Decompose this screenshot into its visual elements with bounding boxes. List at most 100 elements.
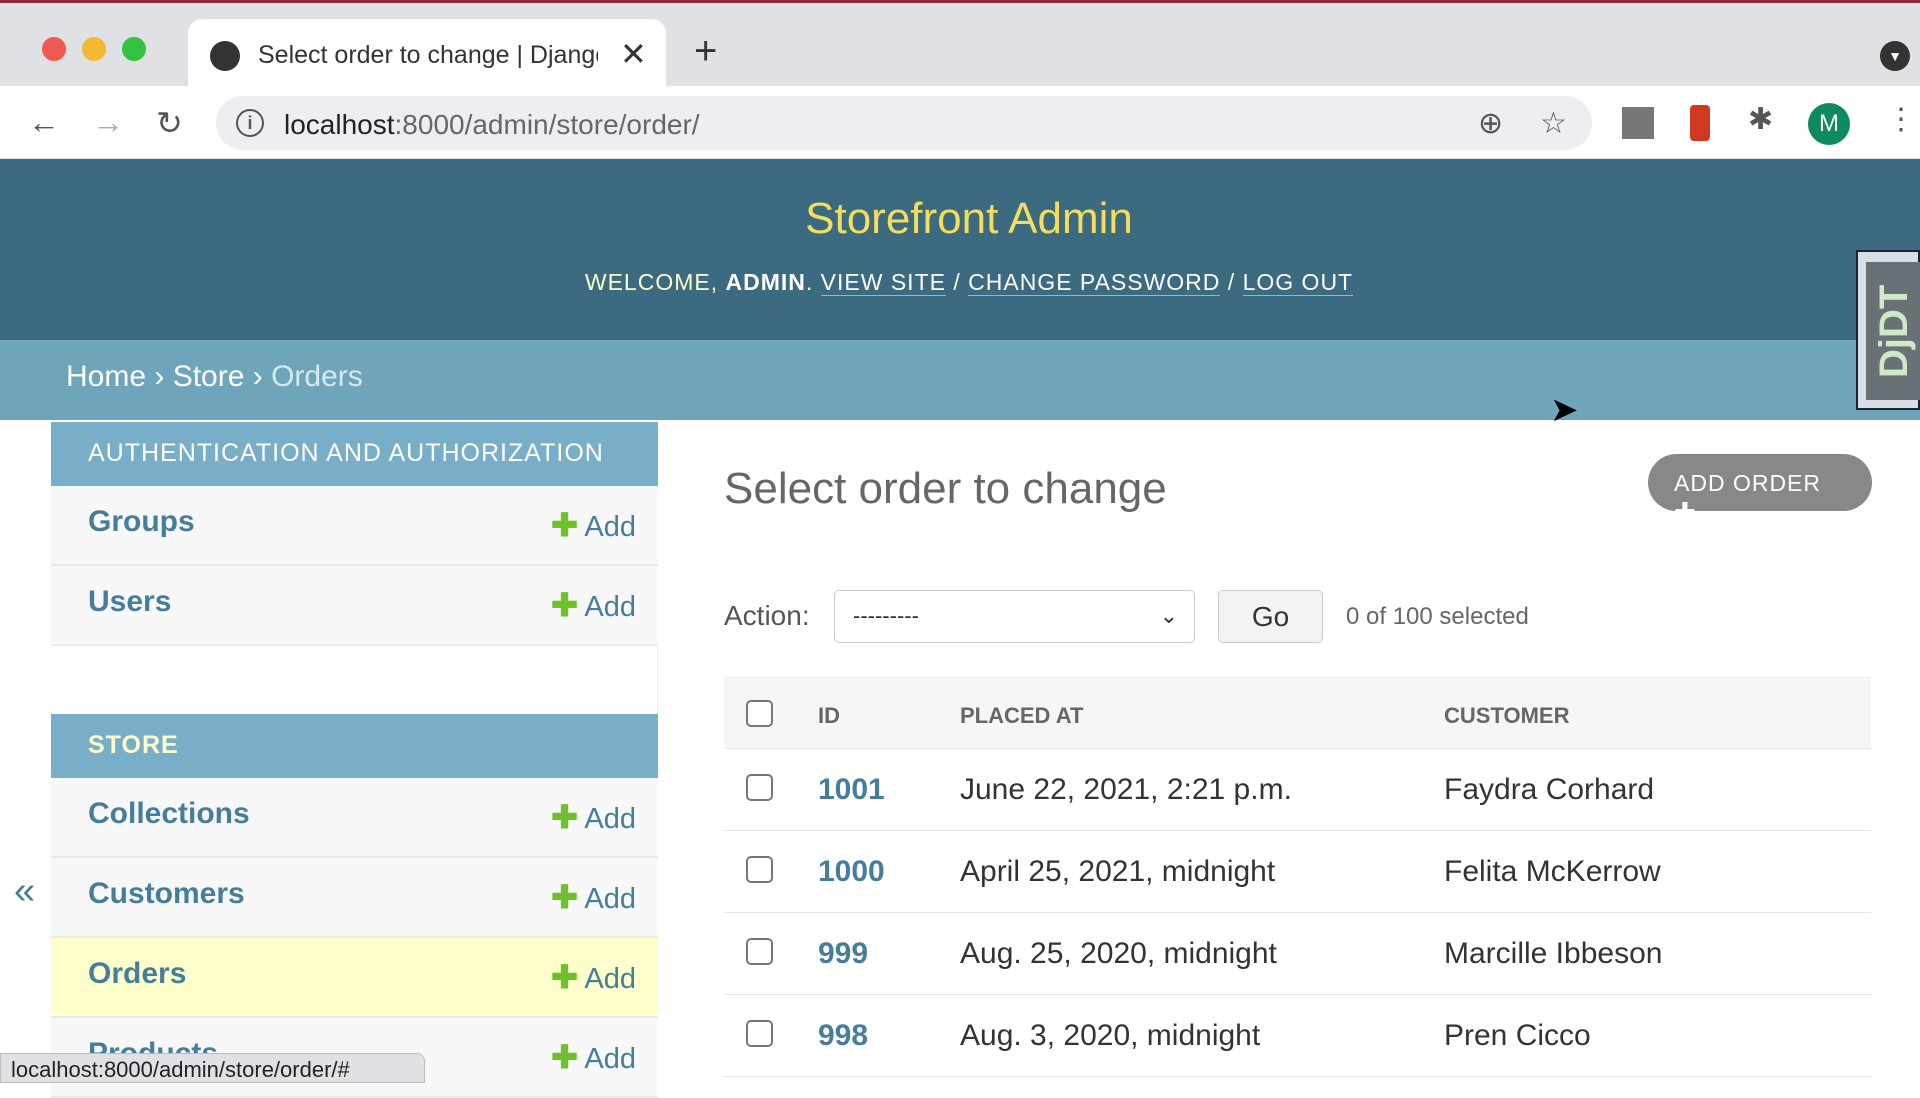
page-title: Select order to change bbox=[724, 464, 1167, 513]
sidebar-link-collections[interactable]: Collections bbox=[88, 797, 250, 831]
globe-icon bbox=[210, 41, 240, 71]
new-tab-button[interactable]: + bbox=[694, 29, 717, 74]
welcome-text: WELCOME, bbox=[584, 269, 719, 295]
extension-icon[interactable] bbox=[1622, 107, 1654, 139]
sidebar-caption-store[interactable]: STORE bbox=[51, 714, 658, 778]
customer-cell: Felita McKerrow bbox=[1444, 855, 1661, 888]
tab-search-icon[interactable]: ▼ bbox=[1880, 41, 1910, 71]
extensions-puzzle-icon[interactable]: ✱ bbox=[1748, 102, 1773, 137]
plus-icon: ✚ bbox=[551, 959, 578, 995]
sidebar-link-users[interactable]: Users bbox=[88, 585, 171, 619]
customer-cell: Pren Cicco bbox=[1444, 1019, 1591, 1052]
plus-circle-icon: ✚ bbox=[1674, 497, 1697, 527]
order-id-link[interactable]: 1001 bbox=[818, 773, 885, 807]
username: ADMIN bbox=[725, 269, 806, 295]
row-checkbox[interactable] bbox=[746, 774, 773, 801]
add-customer-link[interactable]: ✚ Add bbox=[551, 878, 636, 916]
site-title[interactable]: Storefront Admin bbox=[0, 194, 1920, 244]
add-label: Add bbox=[584, 883, 636, 915]
zoom-icon[interactable]: ⊕ bbox=[1478, 106, 1503, 141]
lighthouse-extension-icon[interactable] bbox=[1690, 105, 1710, 141]
row-checkbox[interactable] bbox=[746, 856, 773, 883]
row-checkbox[interactable] bbox=[746, 938, 773, 965]
add-label: Add bbox=[584, 803, 636, 835]
order-id-link[interactable]: 999 bbox=[818, 937, 868, 971]
add-collection-link[interactable]: ✚ Add bbox=[551, 798, 636, 836]
collapse-sidebar-button[interactable]: « bbox=[14, 870, 35, 913]
row-checkbox[interactable] bbox=[746, 1020, 773, 1047]
sidebar-link-orders[interactable]: Orders bbox=[88, 957, 186, 991]
placed-at-cell: June 22, 2021, 2:21 p.m. bbox=[960, 773, 1292, 806]
minimize-window-button[interactable] bbox=[82, 37, 106, 61]
breadcrumb: Home › Store › Orders bbox=[0, 340, 1920, 420]
close-tab-icon[interactable]: ✕ bbox=[620, 35, 647, 73]
action-label: Action: bbox=[724, 600, 810, 631]
sidebar-link-groups[interactable]: Groups bbox=[88, 505, 195, 539]
column-header-customer[interactable]: CUSTOMER bbox=[1444, 703, 1570, 729]
url-host: localhost bbox=[284, 109, 395, 140]
close-window-button[interactable] bbox=[42, 37, 66, 61]
log-out-link[interactable]: LOG OUT bbox=[1242, 269, 1354, 296]
add-order-button[interactable]: ADD ORDER ✚ bbox=[1648, 454, 1872, 527]
url-text[interactable]: localhost:8000/admin/store/order/ bbox=[284, 109, 700, 141]
bookmark-star-icon[interactable]: ☆ bbox=[1540, 106, 1567, 141]
url-path: :8000/admin/store/order/ bbox=[394, 109, 700, 140]
column-header-id[interactable]: ID bbox=[818, 703, 840, 729]
placed-at-cell: Aug. 25, 2020, midnight bbox=[960, 937, 1277, 970]
sidebar-link-customers[interactable]: Customers bbox=[88, 877, 245, 911]
action-select[interactable]: --------- ⌄ bbox=[834, 590, 1195, 643]
add-order-label: ADD ORDER bbox=[1674, 470, 1822, 496]
table-row: 1000 April 25, 2021, midnight Felita McK… bbox=[724, 831, 1871, 913]
order-id-link[interactable]: 998 bbox=[818, 1019, 868, 1053]
order-id-link[interactable]: 1000 bbox=[818, 855, 885, 889]
add-label: Add bbox=[584, 1043, 636, 1075]
plus-icon: ✚ bbox=[551, 587, 578, 623]
add-order-link[interactable]: ✚ Add bbox=[551, 958, 636, 996]
link-status-bar: localhost:8000/admin/store/order/# bbox=[0, 1053, 425, 1083]
placed-at-cell: April 25, 2021, midnight bbox=[960, 855, 1276, 888]
sidebar-item-customers: Customers ✚ Add bbox=[51, 858, 658, 938]
breadcrumb-current: Orders bbox=[271, 360, 363, 393]
reload-icon[interactable]: ↻ bbox=[156, 104, 183, 142]
add-product-link[interactable]: ✚ Add bbox=[551, 1038, 636, 1076]
back-icon[interactable]: ← bbox=[28, 104, 60, 141]
table-row: 998 Aug. 3, 2020, midnight Pren Cicco bbox=[724, 995, 1871, 1077]
select-all-checkbox[interactable] bbox=[746, 700, 773, 727]
add-label: Add bbox=[584, 591, 636, 623]
plus-icon: ✚ bbox=[551, 1039, 578, 1075]
profile-avatar[interactable]: M bbox=[1808, 103, 1850, 145]
view-site-link[interactable]: VIEW SITE bbox=[820, 269, 946, 296]
info-icon[interactable]: i bbox=[236, 109, 264, 137]
browser-toolbar: ← → ↻ i localhost:8000/admin/store/order… bbox=[0, 86, 1920, 159]
browser-tab[interactable]: Select order to change | Django ✕ bbox=[188, 19, 666, 91]
address-bar[interactable]: i localhost:8000/admin/store/order/ ⊕ ☆ bbox=[216, 96, 1592, 150]
selection-counter: 0 of 100 selected bbox=[1346, 603, 1529, 630]
forward-icon[interactable]: → bbox=[92, 104, 124, 141]
add-label: Add bbox=[584, 963, 636, 995]
table-row: 999 Aug. 25, 2020, midnight Marcille Ibb… bbox=[724, 913, 1871, 995]
plus-icon: ✚ bbox=[551, 799, 578, 835]
sidebar-spacer bbox=[51, 646, 658, 714]
customer-cell: Faydra Corhard bbox=[1444, 773, 1655, 806]
browser-menu-icon[interactable]: ⋮ bbox=[1886, 102, 1916, 137]
mouse-cursor-icon: ➤ bbox=[1550, 391, 1579, 429]
column-header-placed-at[interactable]: PLACED AT bbox=[960, 703, 1083, 729]
breadcrumb-home[interactable]: Home bbox=[66, 360, 146, 393]
djdt-label: DjDT bbox=[1866, 262, 1920, 400]
plus-icon: ✚ bbox=[551, 879, 578, 915]
go-button[interactable]: Go bbox=[1218, 590, 1323, 643]
add-label: Add bbox=[584, 511, 636, 543]
breadcrumb-store[interactable]: Store bbox=[173, 360, 245, 393]
maximize-window-button[interactable] bbox=[122, 37, 146, 61]
browser-tab-bar: Select order to change | Django ✕ + ▼ bbox=[0, 0, 1920, 91]
add-group-link[interactable]: ✚ Add bbox=[551, 506, 636, 544]
django-debug-toolbar-handle[interactable]: DjDT bbox=[1856, 250, 1920, 410]
sidebar-item-orders: Orders ✚ Add bbox=[51, 938, 658, 1018]
sidebar-caption-auth[interactable]: AUTHENTICATION AND AUTHORIZATION bbox=[51, 422, 658, 486]
sidebar-item-collections: Collections ✚ Add bbox=[51, 778, 658, 858]
add-user-link[interactable]: ✚ Add bbox=[551, 586, 636, 624]
change-password-link[interactable]: CHANGE PASSWORD bbox=[968, 269, 1221, 296]
table-header: ID PLACED AT CUSTOMER bbox=[724, 677, 1871, 749]
user-tools: WELCOME, ADMIN. VIEW SITE / CHANGE PASSW… bbox=[584, 269, 1354, 296]
admin-header: Storefront Admin WELCOME, ADMIN. VIEW SI… bbox=[0, 159, 1920, 340]
